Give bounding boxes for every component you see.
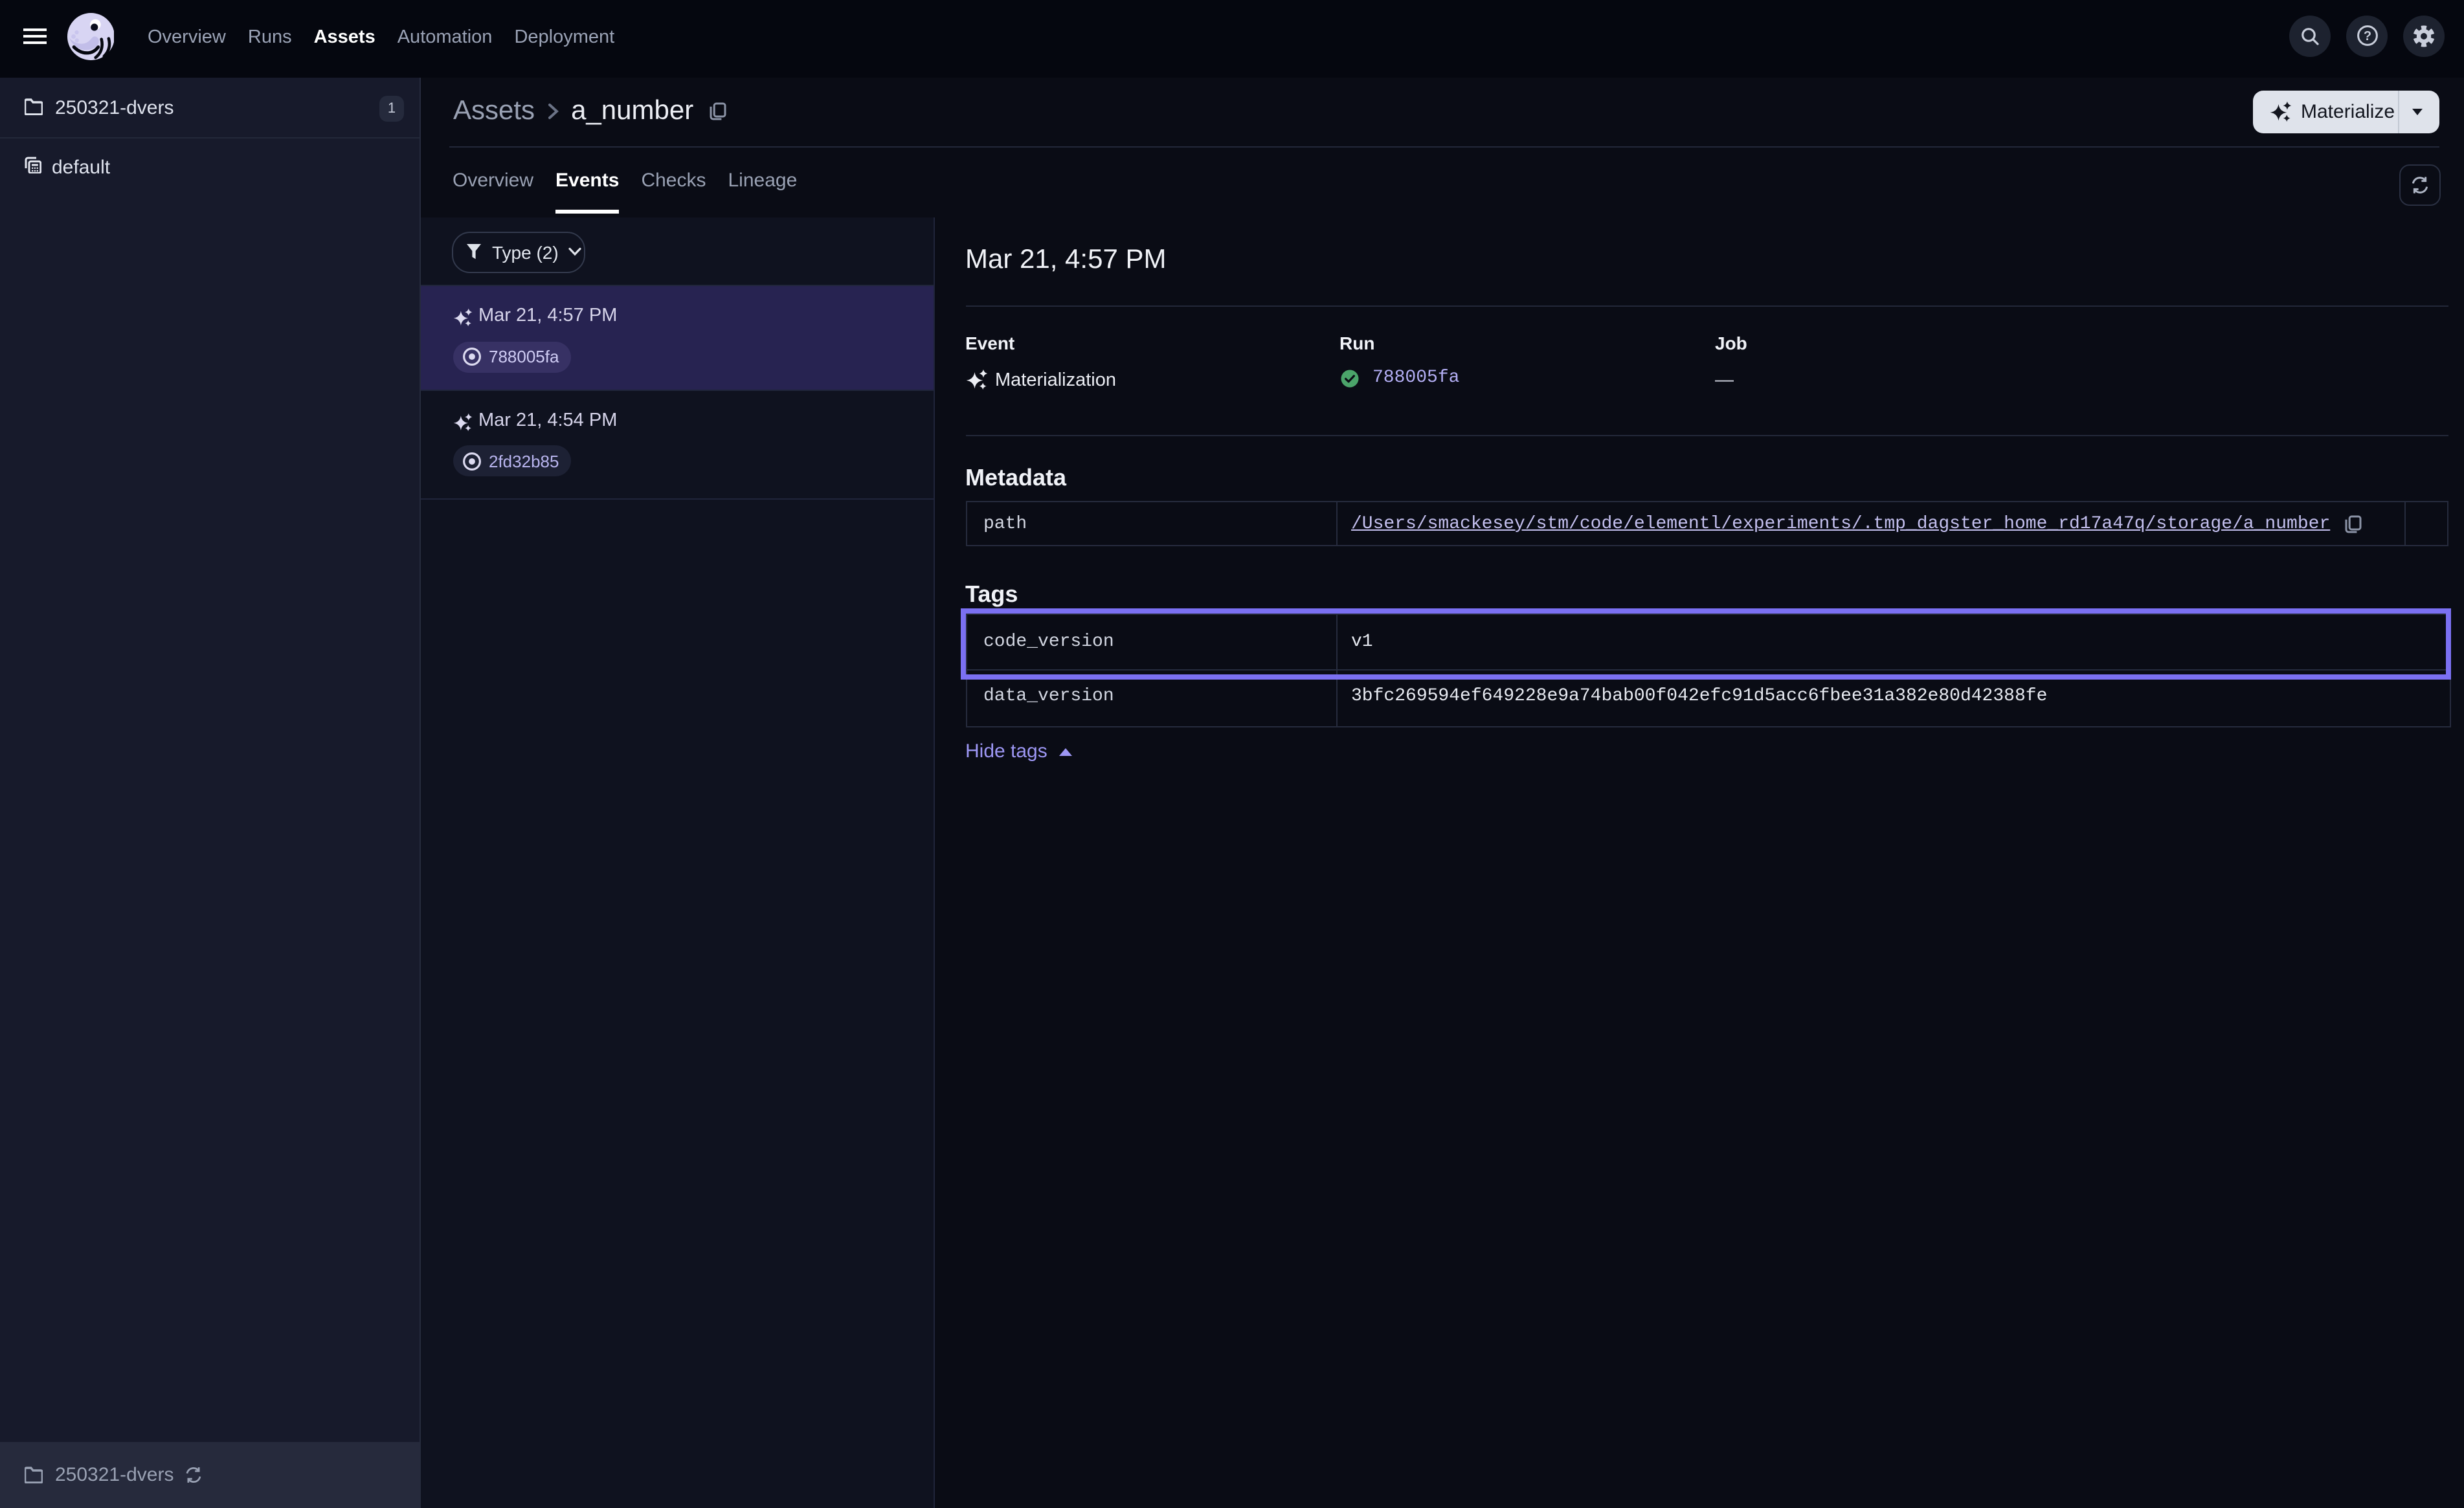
svg-text:?: ? — [2363, 29, 2371, 43]
